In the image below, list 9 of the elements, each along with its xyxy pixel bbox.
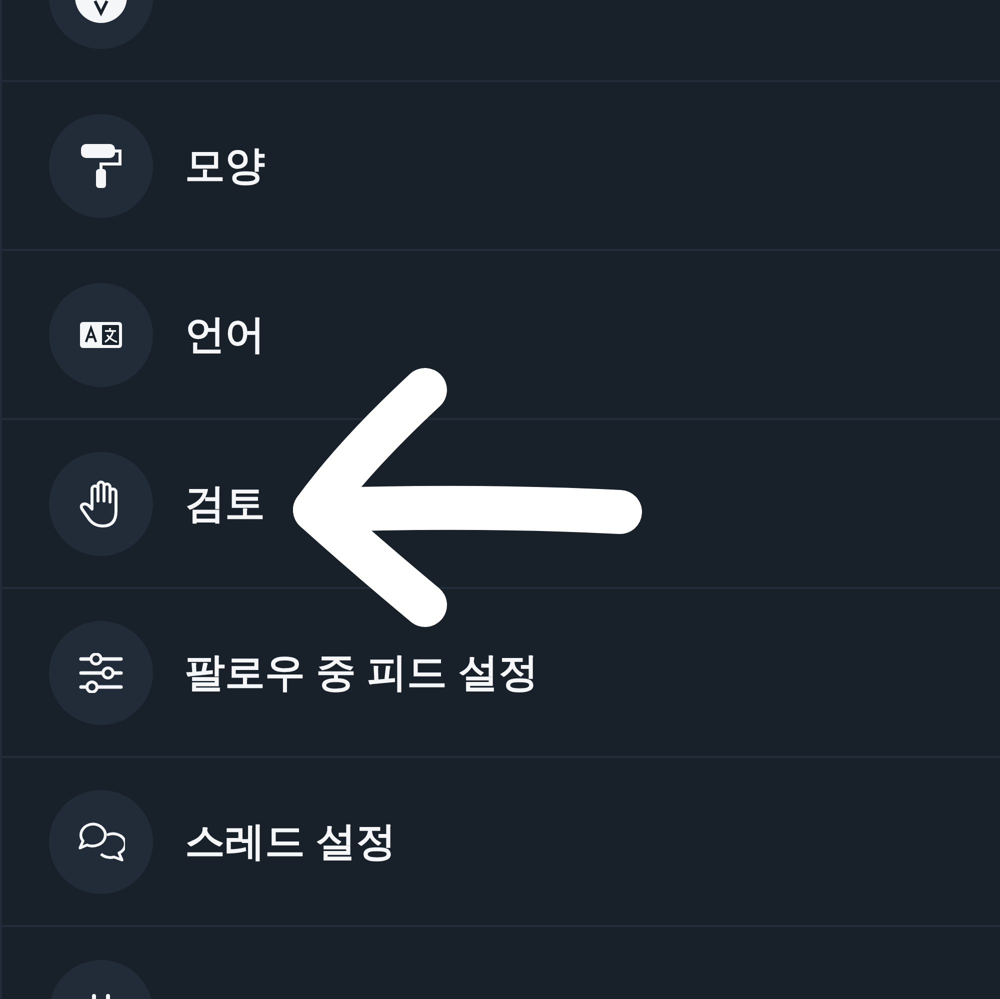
sliders-icon bbox=[79, 652, 123, 692]
translate-icon bbox=[80, 322, 122, 348]
paint-roller-icon bbox=[79, 142, 123, 190]
setting-label[interactable]: 검토 bbox=[185, 474, 265, 534]
setting-label[interactable]: 스레드 설정 bbox=[185, 812, 396, 872]
setting-label[interactable]: 언어 bbox=[185, 304, 265, 364]
setting-label[interactable]: 팔로우 중 피드 설정 bbox=[185, 642, 538, 702]
chat-bubbles-icon bbox=[77, 820, 125, 862]
setting-label[interactable]: 모양 bbox=[185, 136, 265, 196]
